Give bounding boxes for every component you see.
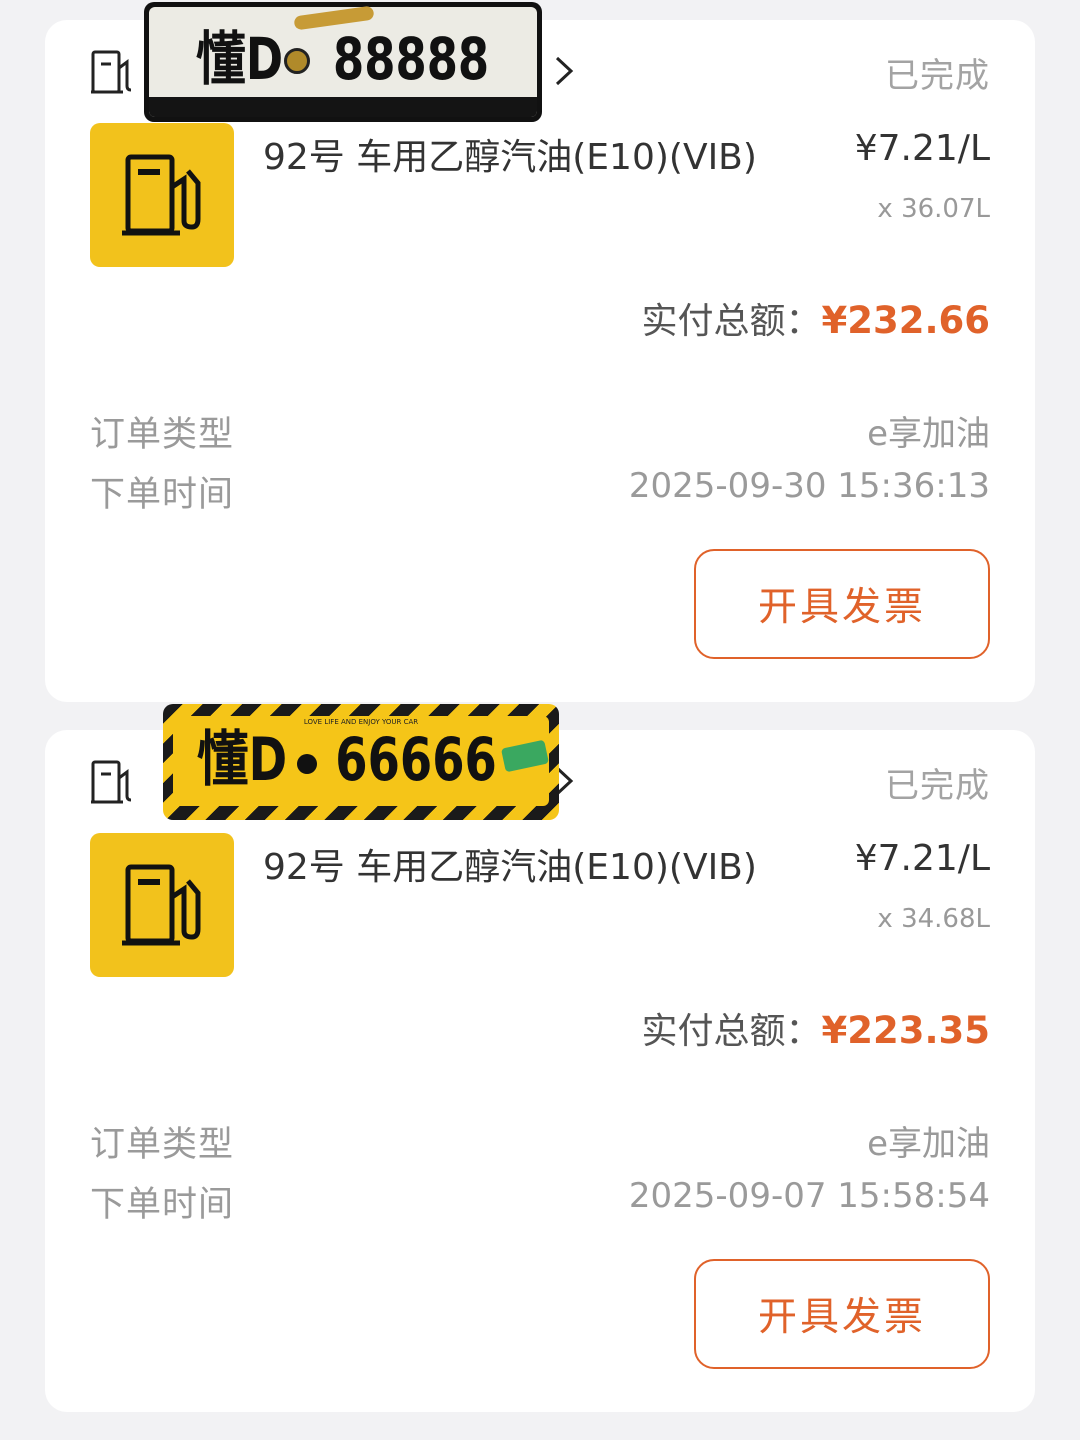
chevron-right-icon[interactable] [553, 50, 577, 92]
total-label: 实付总额： [641, 301, 822, 342]
plate-bottom-strip [149, 97, 537, 117]
fuel-quantity: x 34.68L [877, 904, 990, 934]
order-type-value: e享加油 [867, 414, 990, 454]
order-type-label: 订单类型 [90, 1125, 235, 1165]
fuel-quantity: x 36.07L [877, 194, 990, 224]
order-card[interactable]: 已完成 92号 车用乙醇汽油(E10)(VIB) ¥7.21/L x 36.07… [45, 20, 1035, 702]
unit-price: ¥7.21/L [854, 838, 990, 879]
fuel-station-icon [91, 758, 135, 806]
fuel-pump-icon [122, 154, 201, 236]
order-type-value: e享加油 [867, 1124, 990, 1164]
plate-prefix: 懂D [197, 725, 288, 795]
plate-number: 66666 [335, 725, 497, 795]
total-label: 实付总额： [641, 1011, 822, 1052]
plate-text: 懂D 88888 [196, 24, 489, 94]
order-time-label: 下单时间 [90, 475, 235, 515]
issue-invoice-button[interactable]: 开具发票 [694, 549, 990, 659]
product-name: 92号 车用乙醇汽油(E10)(VIB) [263, 137, 757, 178]
issue-invoice-button[interactable]: 开具发票 [694, 1259, 990, 1369]
unit-price: ¥7.21/L [854, 128, 990, 169]
plate-number: 88888 [333, 25, 490, 93]
order-time-label: 下单时间 [90, 1185, 235, 1225]
order-status: 已完成 [885, 56, 990, 96]
product-thumbnail [90, 833, 234, 977]
license-plate-sticker: LOVE LIFE AND ENJOY YOUR CAR 懂D 66666 [163, 704, 559, 820]
total-amount: ¥223.35 [821, 1009, 990, 1052]
product-name: 92号 车用乙醇汽油(E10)(VIB) [263, 847, 757, 888]
total-amount: ¥232.66 [821, 299, 990, 342]
fuel-pump-icon [122, 864, 201, 946]
plate-text: 懂D 66666 [197, 724, 497, 796]
fuel-station-icon [91, 48, 135, 96]
order-status: 已完成 [885, 766, 990, 806]
total-row: 实付总额：¥223.35 [641, 1002, 990, 1054]
order-card[interactable]: 已完成 92号 车用乙醇汽油(E10)(VIB) ¥7.21/L x 34.68… [45, 730, 1035, 1412]
plate-prefix: 懂D [196, 25, 284, 93]
order-type-label: 订单类型 [90, 415, 235, 455]
license-plate-sticker: 懂D 88888 [144, 2, 542, 122]
order-time-value: 2025-09-30 15:36:13 [628, 466, 990, 506]
total-row: 实付总额：¥232.66 [641, 292, 990, 344]
product-thumbnail [90, 123, 234, 267]
order-time-value: 2025-09-07 15:58:54 [628, 1176, 990, 1216]
